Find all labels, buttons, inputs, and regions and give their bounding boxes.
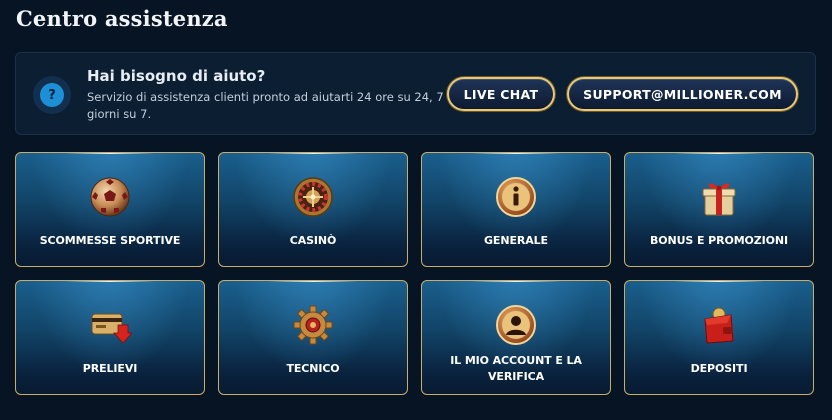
info-icon <box>494 175 538 219</box>
category-card-general[interactable]: GENERALE <box>421 152 611 267</box>
category-card-withdrawals[interactable]: PRELIEVI <box>15 280 205 395</box>
roulette-icon <box>291 175 335 219</box>
category-card-account[interactable]: IL MIO ACCOUNT E LA VERIFICA <box>421 280 611 395</box>
category-label: DEPOSITI <box>690 362 748 375</box>
category-card-deposits[interactable]: DEPOSITI <box>624 280 814 395</box>
category-card-sports-betting[interactable]: SCOMMESSE SPORTIVE <box>15 152 205 267</box>
category-label: PRELIEVI <box>82 362 138 375</box>
page-title: Centro assistenza <box>16 6 228 31</box>
gear-icon <box>291 303 335 347</box>
category-label: GENERALE <box>484 234 548 247</box>
category-label: BONUS E PROMOZIONI <box>649 234 789 247</box>
card-withdraw-icon <box>88 303 132 347</box>
category-label: TECNICO <box>286 362 340 375</box>
category-label: CASINÒ <box>289 234 337 247</box>
wallet-icon <box>697 303 741 347</box>
category-card-casino[interactable]: CASINÒ <box>218 152 408 267</box>
help-title: Hai bisogno di aiuto? <box>87 67 266 85</box>
soccer-ball-icon <box>88 175 132 219</box>
question-icon: ? <box>33 76 71 114</box>
user-account-icon <box>494 303 538 347</box>
live-chat-button[interactable]: LIVE CHAT <box>447 77 555 111</box>
help-banner: ? Hai bisogno di aiuto? Servizio di assi… <box>15 52 816 135</box>
gift-icon <box>697 175 741 219</box>
support-email-button[interactable]: SUPPORT@MILLIONER.COM <box>567 77 798 111</box>
category-card-bonus[interactable]: BONUS E PROMOZIONI <box>624 152 814 267</box>
category-label: SCOMMESSE SPORTIVE <box>39 234 181 247</box>
category-card-technical[interactable]: TECNICO <box>218 280 408 395</box>
category-label: IL MIO ACCOUNT E LA VERIFICA <box>450 354 582 383</box>
help-description: Servizio di assistenza clienti pronto ad… <box>87 90 444 121</box>
